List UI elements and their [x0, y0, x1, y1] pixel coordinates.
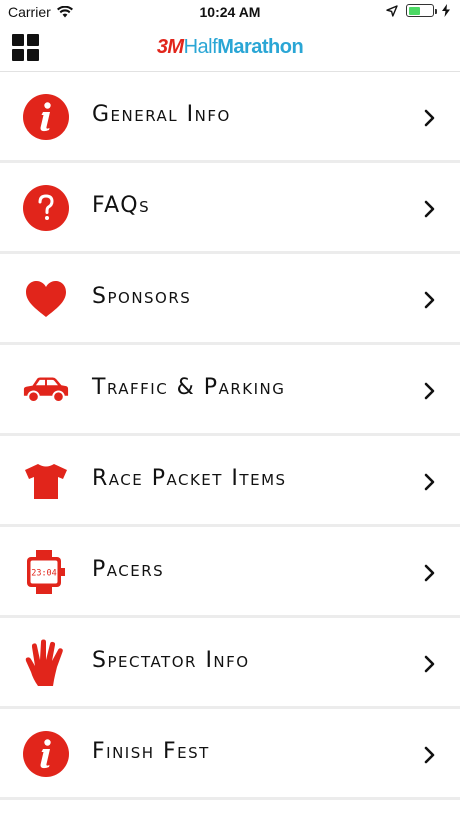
- logo-marathon: Marathon: [217, 36, 304, 58]
- car-icon: [22, 366, 70, 414]
- app-header: 3MHalfMarathon: [0, 24, 460, 72]
- menu-label: General Info: [92, 102, 231, 127]
- menu-label: Pacers: [92, 557, 165, 582]
- menu-label: Spectator Info: [92, 648, 250, 673]
- menu-item-spectator-info[interactable]: Spectator Info: [0, 618, 460, 709]
- logo-half: Half: [183, 36, 218, 58]
- menu-label: FAQs: [92, 193, 151, 218]
- location-arrow-icon: [386, 4, 398, 17]
- tshirt-icon: [22, 457, 70, 505]
- info-icon: [22, 93, 70, 141]
- menu-item-general-info[interactable]: General Info: [0, 72, 460, 163]
- menu-item-faqs[interactable]: FAQs: [0, 163, 460, 254]
- menu-item-finish-fest[interactable]: Finish Fest: [0, 709, 460, 800]
- info-icon: [22, 730, 70, 778]
- chevron-right-icon: [424, 746, 435, 764]
- menu-item-race-packet-items[interactable]: Race Packet Items: [0, 436, 460, 527]
- watch-icon: 23:04: [22, 548, 70, 596]
- svg-text:23:04: 23:04: [31, 569, 57, 579]
- chevron-right-icon: [424, 564, 435, 582]
- charging-bolt-icon: [442, 4, 450, 17]
- menu-label: Sponsors: [92, 284, 192, 309]
- chevron-right-icon: [424, 473, 435, 491]
- menu-item-sponsors[interactable]: Sponsors: [0, 254, 460, 345]
- heart-icon: [22, 275, 70, 323]
- chevron-right-icon: [424, 109, 435, 127]
- battery-icon: [406, 4, 437, 17]
- menu-label: Traffic & Parking: [92, 375, 286, 400]
- status-bar: Carrier 10:24 AM: [0, 0, 460, 24]
- chevron-right-icon: [424, 382, 435, 400]
- chevron-right-icon: [424, 291, 435, 309]
- menu-label: Finish Fest: [92, 739, 210, 764]
- menu-item-traffic-parking[interactable]: Traffic & Parking: [0, 345, 460, 436]
- logo-3m: 3M: [156, 36, 184, 58]
- app-logo: 3MHalfMarathon: [0, 36, 460, 59]
- hand-icon: [22, 639, 70, 687]
- menu-item-pacers[interactable]: 23:04 Pacers: [0, 527, 460, 618]
- chevron-right-icon: [424, 655, 435, 673]
- battery-level-fill: [408, 6, 420, 15]
- status-right: [386, 4, 450, 17]
- question-icon: [22, 184, 70, 232]
- menu-label: Race Packet Items: [92, 466, 287, 491]
- chevron-right-icon: [424, 200, 435, 218]
- main-menu: General Info FAQs Sponsors Traffic & Par…: [0, 72, 460, 800]
